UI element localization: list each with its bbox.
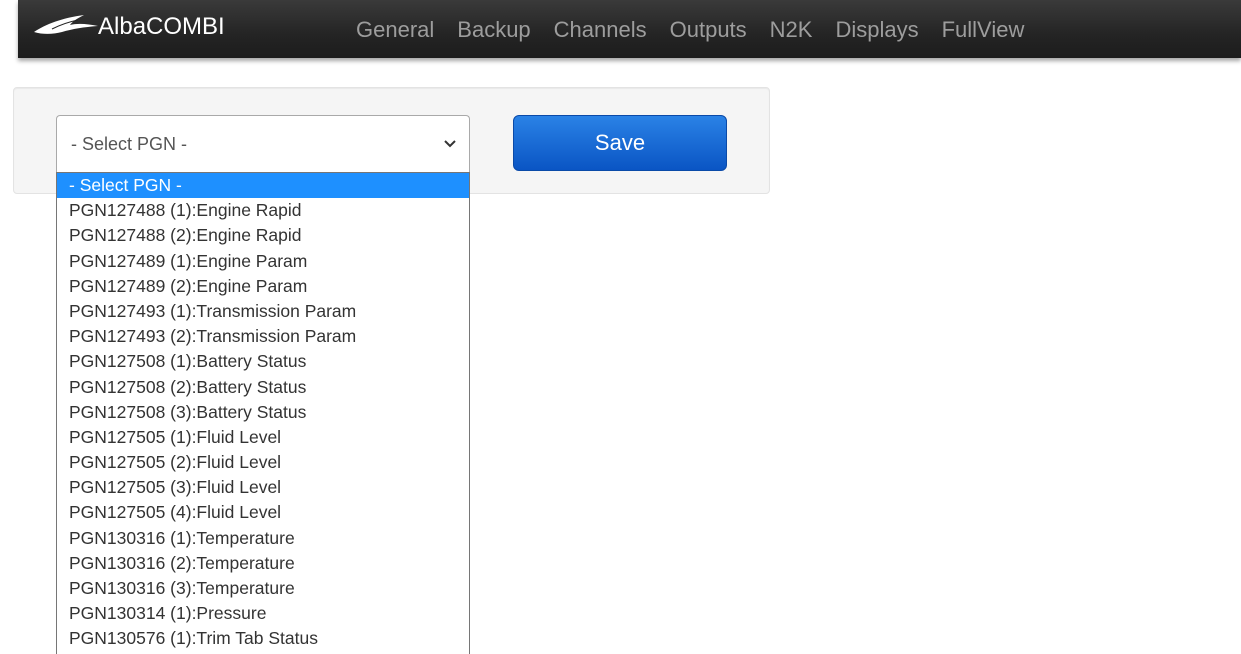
pgn-option[interactable]: PGN130576 (1):Trim Tab Status <box>57 626 469 651</box>
bird-logo-icon <box>34 15 98 34</box>
nav-link-channels[interactable]: Channels <box>554 15 647 45</box>
pgn-option[interactable]: PGN127488 (1):Engine Rapid <box>57 198 469 223</box>
pgn-option[interactable]: PGN130316 (1):Temperature <box>57 526 469 551</box>
pgn-option[interactable]: PGN127508 (1):Battery Status <box>57 349 469 374</box>
brand-name: AlbaCOMBI <box>98 13 225 40</box>
pgn-select[interactable]: - Select PGN - <box>56 115 470 174</box>
save-button[interactable]: Save <box>513 115 727 171</box>
brand[interactable]: AlbaCOMBI <box>18 0 338 58</box>
nav-links: General Backup Channels Outputs N2K Disp… <box>356 0 1047 58</box>
nav-link-backup[interactable]: Backup <box>457 15 530 45</box>
pgn-select-value: - Select PGN - <box>71 134 188 154</box>
pgn-option[interactable]: PGN127489 (2):Engine Param <box>57 274 469 299</box>
pgn-option[interactable]: PGN127505 (3):Fluid Level <box>57 475 469 500</box>
pgn-option[interactable]: PGN127505 (4):Fluid Level <box>57 500 469 525</box>
top-navbar: AlbaCOMBI General Backup Channels Output… <box>18 0 1241 58</box>
pgn-option[interactable]: PGN130314 (1):Pressure <box>57 601 469 626</box>
pgn-option[interactable]: PGN127505 (2):Fluid Level <box>57 450 469 475</box>
pgn-option[interactable]: PGN127489 (1):Engine Param <box>57 249 469 274</box>
nav-link-fullview[interactable]: FullView <box>942 15 1025 45</box>
nav-link-outputs[interactable]: Outputs <box>670 15 747 45</box>
pgn-option[interactable]: PGN127488 (2):Engine Rapid <box>57 223 469 248</box>
pgn-option[interactable]: PGN127505 (1):Fluid Level <box>57 425 469 450</box>
pgn-option[interactable]: PGN127493 (1):Transmission Param <box>57 299 469 324</box>
nav-link-n2k[interactable]: N2K <box>770 15 813 45</box>
pgn-option[interactable]: PGN127508 (2):Battery Status <box>57 375 469 400</box>
nav-link-displays[interactable]: Displays <box>835 15 918 45</box>
pgn-option[interactable]: PGN130316 (2):Temperature <box>57 551 469 576</box>
chevron-down-icon <box>444 140 456 148</box>
pgn-option[interactable]: PGN127493 (2):Transmission Param <box>57 324 469 349</box>
pgn-option[interactable]: - Select PGN - <box>57 173 469 199</box>
pgn-option[interactable]: PGN130316 (3):Temperature <box>57 576 469 601</box>
pgn-dropdown-list[interactable]: - Select PGN - PGN127488 (1):Engine Rapid… <box>56 172 470 654</box>
nav-link-general[interactable]: General <box>356 15 434 45</box>
pgn-option[interactable]: PGN127508 (3):Battery Status <box>57 400 469 425</box>
